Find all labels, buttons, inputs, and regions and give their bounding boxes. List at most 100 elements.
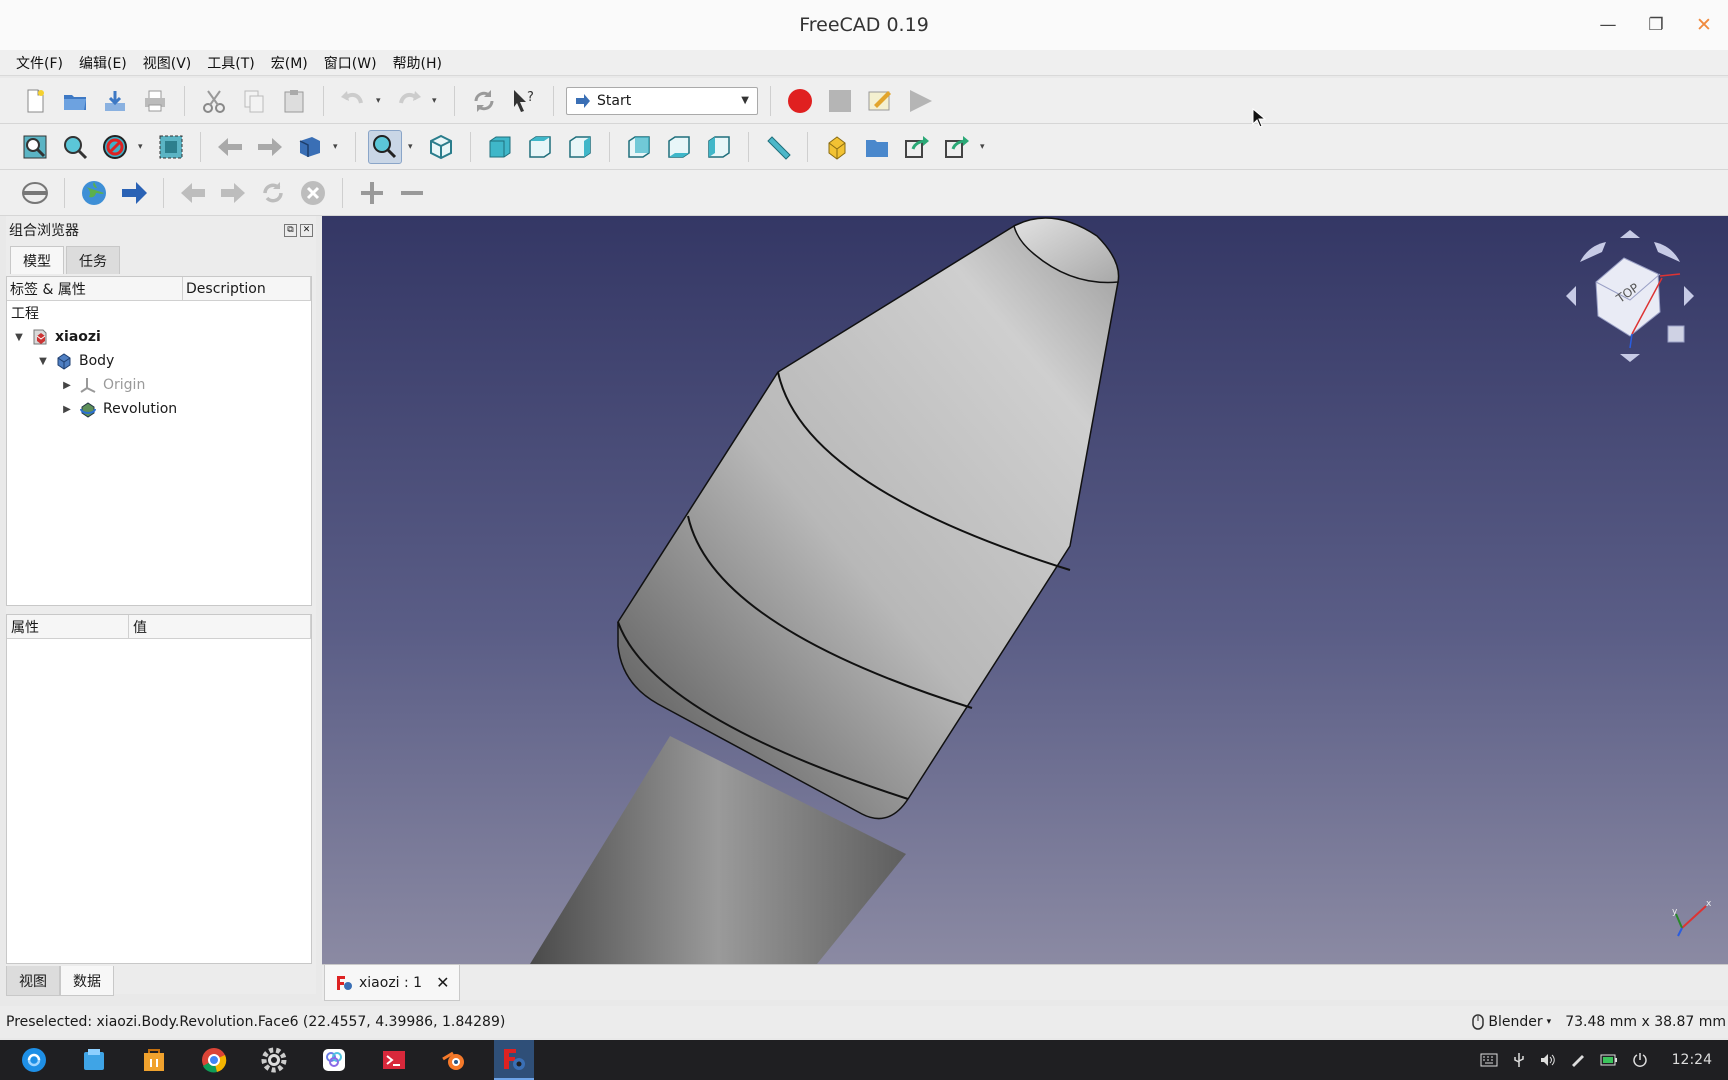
- menu-macro[interactable]: 宏(M): [263, 53, 316, 73]
- freecad-task-icon[interactable]: [494, 1040, 534, 1080]
- tree-header-label[interactable]: 标签 & 属性: [7, 277, 183, 300]
- tree-item-xiaozi[interactable]: ▼ xiaozi: [7, 325, 311, 349]
- top-view-icon[interactable]: [523, 130, 557, 164]
- fit-selection-icon[interactable]: [58, 130, 92, 164]
- chrome-icon[interactable]: [194, 1040, 234, 1080]
- globe-icon[interactable]: [77, 176, 111, 210]
- web-forward-icon[interactable]: [216, 176, 250, 210]
- app-store-icon[interactable]: [134, 1040, 174, 1080]
- redo-icon[interactable]: [392, 84, 426, 118]
- tree-item-revolution[interactable]: ▶ Revolution: [7, 397, 311, 421]
- tree-header-description[interactable]: Description: [183, 277, 311, 300]
- bounding-box-icon[interactable]: [154, 130, 188, 164]
- make-link-icon[interactable]: [900, 130, 934, 164]
- chevron-down-icon[interactable]: ▾: [138, 142, 148, 152]
- left-view-icon[interactable]: [702, 130, 736, 164]
- web-tab-icon[interactable]: [18, 176, 52, 210]
- pen-icon[interactable]: [1570, 1053, 1586, 1067]
- record-macro-icon[interactable]: [783, 84, 817, 118]
- chevron-down-icon[interactable]: ▾: [432, 96, 442, 106]
- tab-data[interactable]: 数据: [60, 966, 114, 996]
- chevron-down-icon[interactable]: ▾: [980, 142, 990, 152]
- isometric-view-icon[interactable]: [424, 130, 458, 164]
- go-arrow-icon[interactable]: [117, 176, 151, 210]
- new-document-icon[interactable]: [18, 84, 52, 118]
- tab-view[interactable]: 视图: [6, 966, 60, 996]
- settings-icon[interactable]: [254, 1040, 294, 1080]
- revolution-model[interactable]: [322, 216, 1728, 964]
- create-group-icon[interactable]: [860, 130, 894, 164]
- float-panel-icon[interactable]: ⧉: [284, 223, 297, 237]
- collapsed-arrow-icon[interactable]: ▶: [61, 404, 73, 415]
- back-arrow-icon[interactable]: [213, 130, 247, 164]
- tab-tasks[interactable]: 任务: [66, 246, 120, 274]
- launcher-icon[interactable]: [14, 1040, 54, 1080]
- web-stop-icon[interactable]: [296, 176, 330, 210]
- minimize-icon[interactable]: —: [1584, 15, 1632, 35]
- chevron-down-icon[interactable]: ▾: [376, 96, 386, 106]
- usb-icon[interactable]: [1512, 1052, 1526, 1068]
- right-view-icon[interactable]: [563, 130, 597, 164]
- workbench-selector[interactable]: Start ▼: [566, 86, 758, 115]
- chevron-down-icon[interactable]: ▾: [408, 142, 418, 152]
- link-actions-icon[interactable]: [940, 130, 974, 164]
- web-back-icon[interactable]: [176, 176, 210, 210]
- measure-distance-icon[interactable]: [761, 130, 795, 164]
- tree-item-body[interactable]: ▼ Body: [7, 349, 311, 373]
- paste-icon[interactable]: [277, 84, 311, 118]
- create-part-icon[interactable]: [820, 130, 854, 164]
- battery-icon[interactable]: [1600, 1053, 1618, 1067]
- cut-icon[interactable]: [197, 84, 231, 118]
- menu-view[interactable]: 视图(V): [135, 53, 200, 73]
- collapsed-arrow-icon[interactable]: ▶: [61, 380, 73, 391]
- close-panel-icon[interactable]: ✕: [300, 223, 313, 237]
- fit-all-icon[interactable]: [18, 130, 52, 164]
- zoom-icon[interactable]: [368, 129, 402, 164]
- expanded-arrow-icon[interactable]: ▼: [13, 332, 25, 343]
- tab-model[interactable]: 模型: [10, 246, 64, 274]
- draw-style-icon[interactable]: [98, 130, 132, 164]
- property-header-value[interactable]: 值: [129, 615, 311, 638]
- web-refresh-icon[interactable]: [256, 176, 290, 210]
- chevron-down-icon[interactable]: ▾: [333, 142, 343, 152]
- front-view-icon[interactable]: [483, 130, 517, 164]
- keyboard-icon[interactable]: [1480, 1053, 1498, 1067]
- file-manager-icon[interactable]: [74, 1040, 114, 1080]
- restore-icon[interactable]: ❐: [1632, 15, 1680, 35]
- power-icon[interactable]: [1632, 1052, 1648, 1068]
- rear-view-icon[interactable]: [622, 130, 656, 164]
- refresh-icon[interactable]: [467, 84, 501, 118]
- terminal-icon[interactable]: [374, 1040, 414, 1080]
- copy-icon[interactable]: [237, 84, 271, 118]
- print-icon[interactable]: [138, 84, 172, 118]
- volume-icon[interactable]: [1540, 1053, 1556, 1067]
- open-folder-icon[interactable]: [58, 84, 92, 118]
- document-tab[interactable]: xiaozi : 1 ✕: [324, 965, 460, 1001]
- navigation-style-button[interactable]: Blender ▾: [1472, 1014, 1551, 1030]
- whats-this-icon[interactable]: ?: [507, 84, 541, 118]
- close-tab-icon[interactable]: ✕: [436, 973, 449, 992]
- 3d-viewport[interactable]: TOP x y: [322, 216, 1728, 964]
- bottom-view-icon[interactable]: [662, 130, 696, 164]
- navigation-cube[interactable]: TOP: [1560, 226, 1700, 366]
- run-macro-icon[interactable]: [903, 84, 937, 118]
- menu-edit[interactable]: 编辑(E): [71, 53, 135, 73]
- undo-icon[interactable]: [336, 84, 370, 118]
- std-views-icon[interactable]: [293, 130, 327, 164]
- zoom-out-icon[interactable]: [395, 176, 429, 210]
- photos-icon[interactable]: [314, 1040, 354, 1080]
- forward-arrow-icon[interactable]: [253, 130, 287, 164]
- close-icon[interactable]: ✕: [1680, 14, 1728, 36]
- menu-help[interactable]: 帮助(H): [385, 53, 450, 73]
- save-icon[interactable]: [98, 84, 132, 118]
- expanded-arrow-icon[interactable]: ▼: [37, 356, 49, 367]
- edit-macro-icon[interactable]: [863, 84, 897, 118]
- menu-window[interactable]: 窗口(W): [316, 53, 385, 73]
- menu-tools[interactable]: 工具(T): [199, 53, 262, 73]
- property-header-name[interactable]: 属性: [7, 615, 129, 638]
- tree-item-origin[interactable]: ▶ Origin: [7, 373, 311, 397]
- stop-macro-icon[interactable]: [823, 84, 857, 118]
- blender-icon[interactable]: [434, 1040, 474, 1080]
- menu-file[interactable]: 文件(F): [8, 53, 71, 73]
- zoom-in-icon[interactable]: [355, 176, 389, 210]
